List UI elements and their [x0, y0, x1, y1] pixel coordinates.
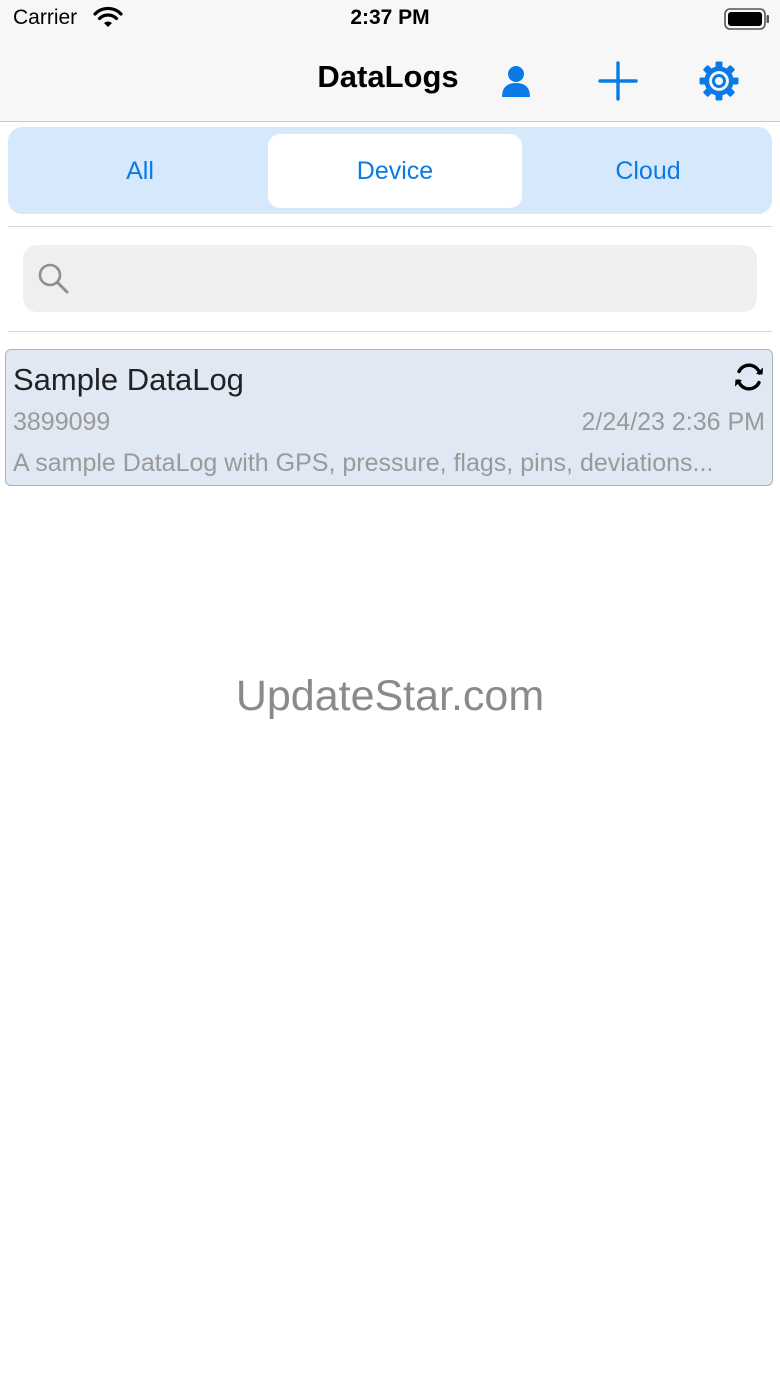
- datalog-title: Sample DataLog: [13, 362, 244, 397]
- add-button[interactable]: [593, 56, 643, 106]
- person-icon: [502, 66, 530, 97]
- page-title: DataLogs: [317, 59, 459, 94]
- account-button[interactable]: [491, 56, 541, 106]
- status-time: 2:37 PM: [350, 6, 430, 29]
- datalog-description: A sample DataLog with GPS, pressure, fla…: [13, 449, 714, 477]
- top-bar: Carrier 2:37 PM DataLogs: [0, 0, 780, 122]
- datalog-list-item[interactable]: Sample DataLog 3899099 2/24/23 2:36 PM A…: [5, 349, 773, 486]
- battery-icon: [724, 8, 770, 35]
- watermark-text: UpdateStar.com: [235, 672, 545, 720]
- sync-icon: [732, 360, 766, 399]
- segment-device[interactable]: Device: [268, 134, 522, 208]
- search-bar: [23, 245, 757, 312]
- search-icon: [37, 262, 71, 301]
- segment-cloud[interactable]: Cloud: [521, 134, 775, 208]
- plus-icon: [598, 61, 638, 101]
- gear-icon: [699, 61, 739, 101]
- settings-button[interactable]: [694, 56, 744, 106]
- source-segmented-control: All Device Cloud: [8, 127, 772, 214]
- segment-all[interactable]: All: [13, 134, 267, 208]
- divider: [8, 331, 772, 332]
- search-input[interactable]: [85, 255, 739, 303]
- datalog-id: 3899099: [13, 408, 111, 436]
- datalog-date: 2/24/23 2:36 PM: [581, 408, 765, 436]
- divider: [8, 226, 772, 227]
